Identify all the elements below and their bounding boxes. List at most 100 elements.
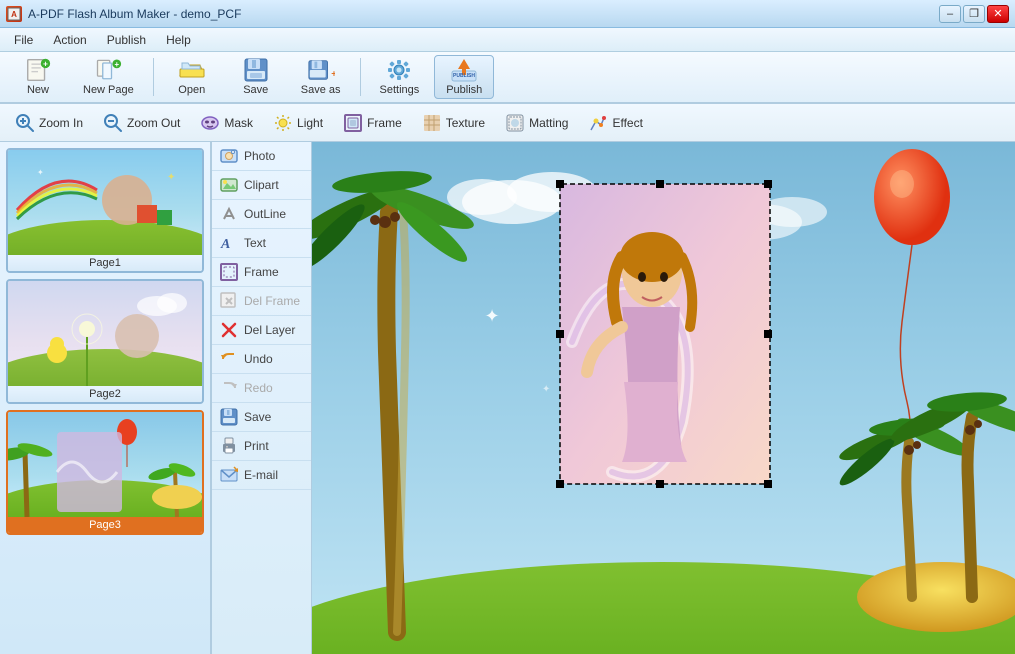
svg-text:A: A — [220, 237, 230, 252]
frame-tool-label: Frame — [244, 265, 279, 279]
clipart-tool-icon — [220, 176, 238, 194]
frame-tool-icon — [220, 263, 238, 281]
matting-label: Matting — [529, 116, 568, 130]
frame-button[interactable]: Frame — [334, 108, 411, 138]
save-as-label: Save as — [301, 84, 341, 96]
email-tool-label: E-mail — [244, 468, 278, 482]
menubar: File Action Publish Help — [0, 28, 1015, 52]
redo-tool[interactable]: Redo — [212, 374, 311, 403]
texture-icon — [422, 113, 442, 133]
main-area: ✦ ✦ Page1 — [0, 142, 1015, 654]
del-layer-tool-label: Del Layer — [244, 323, 295, 337]
text-tool-icon: A — [220, 234, 238, 252]
close-button[interactable]: ✕ — [987, 5, 1009, 23]
redo-tool-label: Redo — [244, 381, 273, 395]
svg-text:+: + — [115, 60, 120, 69]
effect-button[interactable]: Effect — [579, 108, 651, 138]
page1-label: Page1 — [8, 255, 202, 271]
minimize-button[interactable]: – — [939, 5, 961, 23]
texture-label: Texture — [446, 116, 485, 130]
svg-text:✦: ✦ — [167, 172, 175, 183]
light-label: Light — [297, 116, 323, 130]
light-icon — [273, 113, 293, 133]
open-button[interactable]: Open — [162, 55, 222, 99]
undo-tool[interactable]: Undo — [212, 345, 311, 374]
subtoolbar: Zoom In Zoom Out Mask — [0, 104, 1015, 142]
page3-label: Page3 — [8, 517, 202, 533]
new-page-icon: + — [94, 58, 122, 82]
open-label: Open — [178, 84, 205, 96]
zoom-in-icon — [15, 113, 35, 133]
matting-button[interactable]: Matting — [496, 108, 577, 138]
save-icon — [242, 58, 270, 82]
page3-preview — [8, 412, 202, 517]
svg-text:✦: ✦ — [37, 168, 44, 177]
mask-button[interactable]: Mask — [191, 108, 262, 138]
publish-button[interactable]: PUBLISH Publish — [434, 55, 494, 99]
settings-label: Settings — [380, 84, 420, 96]
del-frame-tool-icon — [220, 292, 238, 310]
canvas-area[interactable]: ✦ ✦ ✦ — [312, 142, 1015, 654]
undo-tool-icon — [220, 350, 238, 368]
photo-tool-icon — [220, 147, 238, 165]
frame-icon — [343, 113, 363, 133]
del-layer-tool[interactable]: Del Layer — [212, 316, 311, 345]
svg-text:+: + — [331, 69, 335, 79]
new-label: New — [27, 84, 49, 96]
save-as-button[interactable]: + Save as — [290, 55, 352, 99]
texture-button[interactable]: Texture — [413, 108, 494, 138]
email-tool[interactable]: E-mail — [212, 461, 311, 490]
print-tool[interactable]: Print — [212, 432, 311, 461]
light-button[interactable]: Light — [264, 108, 332, 138]
page2-label: Page2 — [8, 386, 202, 402]
restore-button[interactable]: ❐ — [963, 5, 985, 23]
outline-tool-icon — [220, 205, 238, 223]
settings-icon — [385, 58, 413, 82]
titlebar: A A-PDF Flash Album Maker - demo_PCF – ❐… — [0, 0, 1015, 28]
outline-tool-label: OutLine — [244, 207, 286, 221]
clipart-tool-label: Clipart — [244, 178, 279, 192]
page2-thumb[interactable]: Page2 — [6, 279, 204, 404]
save-tool-icon — [220, 408, 238, 426]
frame-tool[interactable]: Frame — [212, 258, 311, 287]
print-tool-icon — [220, 437, 238, 455]
sep2 — [360, 58, 361, 96]
page1-thumb[interactable]: ✦ ✦ Page1 — [6, 148, 204, 273]
app-title: A-PDF Flash Album Maker - demo_PCF — [28, 7, 241, 21]
menu-action[interactable]: Action — [43, 31, 96, 49]
save-tool[interactable]: Save — [212, 403, 311, 432]
settings-button[interactable]: Settings — [369, 55, 431, 99]
undo-tool-label: Undo — [244, 352, 273, 366]
del-frame-tool[interactable]: Del Frame — [212, 287, 311, 316]
matting-icon — [505, 113, 525, 133]
text-tool[interactable]: A Text — [212, 229, 311, 258]
zoom-in-label: Zoom In — [39, 116, 83, 130]
email-tool-icon — [220, 466, 238, 484]
effect-icon — [588, 113, 608, 133]
new-page-button[interactable]: + New Page — [72, 55, 145, 99]
mask-icon — [200, 113, 220, 133]
zoom-in-button[interactable]: Zoom In — [6, 108, 92, 138]
save-as-icon: + — [307, 58, 335, 82]
tools-panel: Photo Clipart OutLine — [212, 142, 312, 654]
pages-panel[interactable]: ✦ ✦ Page1 — [0, 142, 212, 654]
zoom-out-button[interactable]: Zoom Out — [94, 108, 189, 138]
menu-publish[interactable]: Publish — [97, 31, 156, 49]
save-button[interactable]: Save — [226, 55, 286, 99]
new-button[interactable]: + New — [8, 55, 68, 99]
menu-help[interactable]: Help — [156, 31, 201, 49]
zoom-out-label: Zoom Out — [127, 116, 180, 130]
app-icon: A — [6, 6, 22, 22]
new-page-label: New Page — [83, 84, 134, 96]
photo-tool[interactable]: Photo — [212, 142, 311, 171]
svg-text:PUBLISH: PUBLISH — [453, 73, 475, 79]
clipart-tool[interactable]: Clipart — [212, 171, 311, 200]
page3-thumb[interactable]: Page3 — [6, 410, 204, 535]
menu-file[interactable]: File — [4, 31, 43, 49]
titlebar-controls: – ❐ ✕ — [939, 5, 1009, 23]
outline-tool[interactable]: OutLine — [212, 200, 311, 229]
zoom-out-icon — [103, 113, 123, 133]
publish-icon: PUBLISH — [450, 58, 478, 82]
new-icon: + — [24, 58, 52, 82]
svg-text:A: A — [11, 10, 17, 19]
